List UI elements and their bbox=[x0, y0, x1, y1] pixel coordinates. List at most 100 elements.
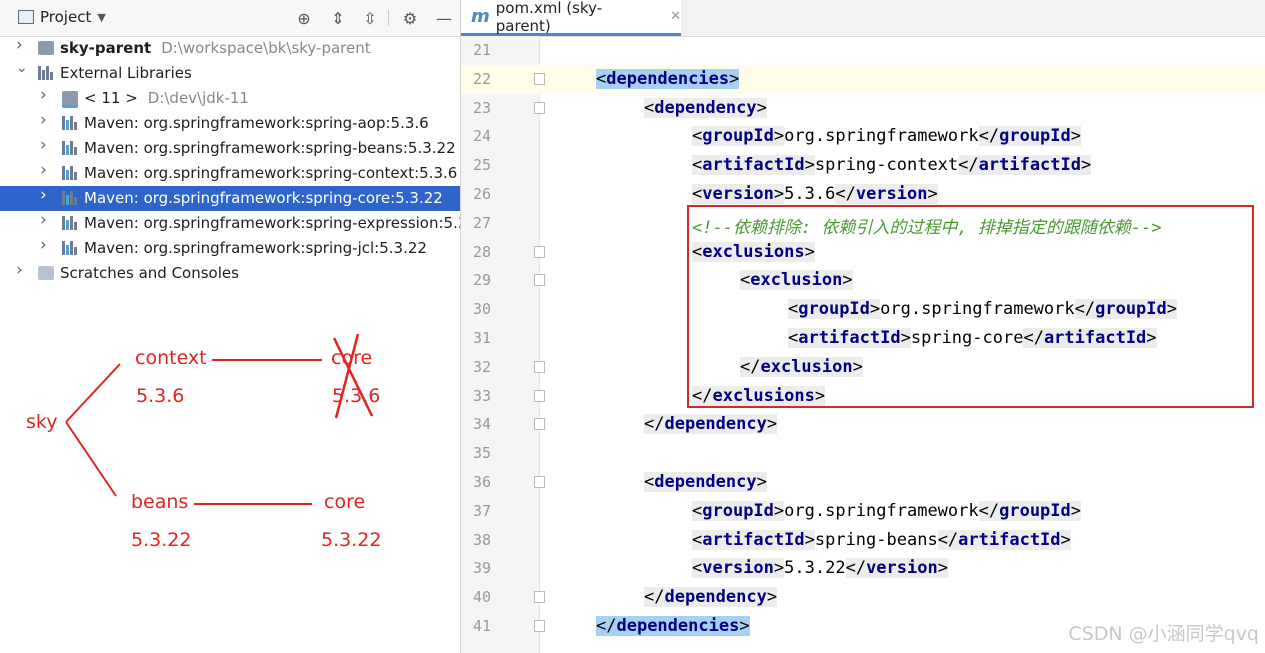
maven-library-icon bbox=[62, 241, 78, 255]
line-number: 25 bbox=[472, 156, 491, 175]
line-number: 36 bbox=[472, 472, 491, 491]
tree-item[interactable]: › sky-parent D:\workspace\bk\sky-parent bbox=[0, 36, 460, 61]
tree-item[interactable]: › Maven: org.springframework:spring-jcl:5… bbox=[0, 236, 460, 261]
line-number: 38 bbox=[472, 530, 491, 549]
chevron-right-icon[interactable]: › bbox=[40, 237, 52, 254]
annotation-core-version: 5.3.22 bbox=[321, 529, 382, 551]
code-line[interactable]: 35 bbox=[461, 439, 1265, 468]
maven-library-icon bbox=[62, 116, 78, 130]
tree-item[interactable]: › Maven: org.springframework:spring-core:… bbox=[0, 186, 460, 211]
tree-item-label: sky-parent D:\workspace\bk\sky-parent bbox=[60, 39, 371, 57]
fold-marker-icon[interactable] bbox=[534, 360, 545, 373]
hide-panel-icon[interactable]: — bbox=[434, 8, 454, 28]
annotation-context-version: 5.3.6 bbox=[136, 385, 185, 407]
code-text: </dependency> bbox=[644, 414, 778, 435]
code-text: <artifactId>spring-beans</artifactId> bbox=[692, 529, 1071, 550]
folder-icon bbox=[38, 41, 54, 55]
fold-marker-icon[interactable] bbox=[534, 389, 545, 402]
project-panel: Project ▼ ⊕ ⇕ ⇳ ⚙ — › sky-parent D:\worksp… bbox=[0, 0, 461, 653]
code-text: </dependency> bbox=[644, 587, 778, 608]
close-icon[interactable]: ✕ bbox=[670, 9, 681, 24]
tab-label: pom.xml (sky-parent) bbox=[495, 0, 603, 35]
code-line[interactable]: 36 <dependency> bbox=[461, 468, 1265, 497]
tab-pom-xml[interactable]: m pom.xml (sky-parent) ✕ bbox=[461, 0, 681, 36]
code-text: <dependency> bbox=[644, 97, 767, 118]
line-number: 41 bbox=[472, 616, 491, 635]
fold-marker-icon[interactable] bbox=[534, 475, 545, 488]
project-tree: › sky-parent D:\workspace\bk\sky-parent ⌄ Ex… bbox=[0, 36, 460, 286]
tree-item[interactable]: › Scratches and Consoles bbox=[0, 261, 460, 286]
code-text: <artifactId>spring-context</artifactId> bbox=[692, 155, 1092, 176]
exclusions-highlight-box bbox=[687, 205, 1254, 408]
scratches-icon bbox=[38, 266, 54, 280]
tree-item[interactable]: › Maven: org.springframework:spring-conte… bbox=[0, 161, 460, 186]
maven-file-icon: m bbox=[471, 6, 490, 27]
fold-marker-icon[interactable] bbox=[534, 72, 545, 85]
annotation-context: context bbox=[135, 347, 207, 369]
editor-tab-bar: m pom.xml (sky-parent) ✕ bbox=[461, 0, 1265, 37]
code-line[interactable]: 37 <groupId>org.springframework</groupId> bbox=[461, 497, 1265, 526]
code-text: <groupId>org.springframework</groupId> bbox=[692, 500, 1082, 521]
tree-item-path: D:\dev\jdk-11 bbox=[147, 89, 249, 107]
arrow-sky-beans bbox=[65, 421, 117, 497]
code-line[interactable]: 21 bbox=[461, 36, 1265, 65]
annotation-beans: beans bbox=[131, 491, 189, 513]
chevron-right-icon[interactable]: › bbox=[16, 37, 28, 54]
collapse-all-icon[interactable]: ⇳ bbox=[360, 8, 380, 28]
project-title: Project bbox=[40, 8, 92, 26]
tree-item-label: Maven: org.springframework:spring-aop:5.… bbox=[84, 114, 429, 132]
project-panel-header: Project ▼ ⊕ ⇕ ⇳ ⚙ — bbox=[0, 0, 460, 37]
code-line[interactable]: 25 <artifactId>spring-context</artifactId… bbox=[461, 151, 1265, 180]
code-line[interactable]: 23 <dependency> bbox=[461, 94, 1265, 123]
code-line[interactable]: 34 </dependency> bbox=[461, 410, 1265, 439]
maven-library-icon bbox=[62, 166, 78, 180]
fold-marker-icon[interactable] bbox=[534, 591, 545, 604]
chevron-down-icon: ▼ bbox=[97, 10, 106, 24]
library-icon bbox=[38, 66, 54, 80]
code-line[interactable]: 40 </dependency> bbox=[461, 583, 1265, 612]
tree-item-label: Maven: org.springframework:spring-core:5… bbox=[84, 189, 443, 207]
tree-item-label: Scratches and Consoles bbox=[60, 264, 239, 282]
expand-all-icon[interactable]: ⇕ bbox=[328, 8, 348, 28]
line-number: 29 bbox=[472, 271, 491, 290]
fold-marker-icon[interactable] bbox=[534, 274, 545, 287]
line-number: 37 bbox=[472, 501, 491, 520]
fold-marker-icon[interactable] bbox=[534, 418, 545, 431]
code-text: </dependencies> bbox=[596, 615, 750, 636]
line-number: 39 bbox=[472, 559, 491, 578]
code-line[interactable]: 39 <version>5.3.22</version> bbox=[461, 554, 1265, 583]
fold-marker-icon[interactable] bbox=[534, 245, 545, 258]
line-number: 40 bbox=[472, 588, 491, 607]
chevron-right-icon[interactable]: › bbox=[16, 262, 28, 279]
code-line[interactable]: 22 <dependencies> bbox=[461, 64, 1265, 94]
line-number: 30 bbox=[472, 300, 491, 319]
chevron-right-icon[interactable]: › bbox=[40, 212, 52, 229]
chevron-down-icon[interactable]: ⌄ bbox=[16, 61, 28, 75]
chevron-right-icon[interactable]: › bbox=[40, 187, 52, 204]
code-line[interactable]: 38 <artifactId>spring-beans</artifactId> bbox=[461, 526, 1265, 555]
annotation-core: core bbox=[324, 491, 366, 513]
project-view-selector[interactable]: Project ▼ bbox=[18, 8, 106, 26]
line-number: 24 bbox=[472, 127, 491, 146]
chevron-right-icon[interactable]: › bbox=[40, 87, 52, 104]
tree-item[interactable]: › Maven: org.springframework:spring-aop:5… bbox=[0, 111, 460, 136]
chevron-right-icon[interactable]: › bbox=[40, 162, 52, 179]
tree-item[interactable]: › Maven: org.springframework:spring-beans… bbox=[0, 136, 460, 161]
code-text: <dependencies> bbox=[596, 68, 740, 89]
tree-item[interactable]: › < 11 > D:\dev\jdk-11 bbox=[0, 86, 460, 111]
annotation-core-excluded: core bbox=[331, 347, 373, 369]
annotation-beans-version: 5.3.22 bbox=[131, 529, 192, 551]
maven-library-icon bbox=[62, 216, 78, 230]
fold-marker-icon[interactable] bbox=[534, 619, 545, 632]
code-line[interactable]: 24 <groupId>org.springframework</groupId> bbox=[461, 122, 1265, 151]
line-number: 34 bbox=[472, 415, 491, 434]
annotation-sky: sky bbox=[26, 411, 58, 433]
chevron-right-icon[interactable]: › bbox=[40, 137, 52, 154]
chevron-right-icon[interactable]: › bbox=[40, 112, 52, 129]
tree-item[interactable]: › Maven: org.springframework:spring-expre… bbox=[0, 211, 460, 236]
tree-item-label: Maven: org.springframework:spring-contex… bbox=[84, 164, 458, 182]
fold-marker-icon[interactable] bbox=[534, 101, 545, 114]
tree-item[interactable]: ⌄ External Libraries bbox=[0, 61, 460, 86]
locate-icon[interactable]: ⊕ bbox=[294, 8, 314, 28]
gear-icon[interactable]: ⚙ bbox=[400, 8, 420, 28]
